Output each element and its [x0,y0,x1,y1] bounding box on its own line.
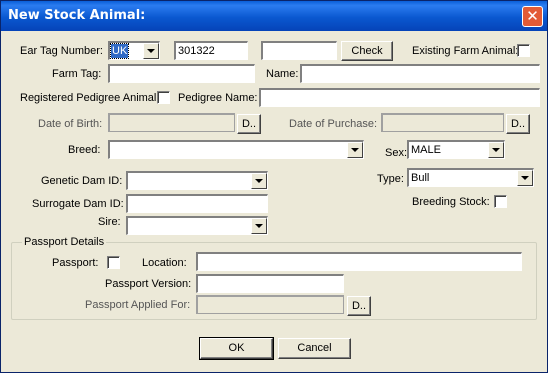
breeding-stock-checkbox[interactable] [494,195,507,208]
registered-pedigree-checkbox[interactable] [157,91,170,104]
passport-version-label: Passport Version: [105,278,192,290]
existing-farm-animal-checkbox[interactable] [517,44,530,57]
sex-dropdown[interactable] [488,142,504,158]
genetic-dam-label: Genetic Dam ID: [41,175,123,187]
ear-tag-country-select[interactable]: UK [108,41,160,60]
pedigree-name-input[interactable] [259,88,540,107]
passport-label: Passport: [52,257,99,269]
sire-label: Sire: [98,216,121,228]
new-stock-animal-dialog: New Stock Animal: ✕ Ear Tag Number: UK 3… [0,0,548,373]
date-of-purchase-input[interactable] [381,113,504,132]
passport-applied-label: Passport Applied For: [85,299,191,311]
location-label: Location: [142,257,187,269]
ear-tag-number-input[interactable]: 301322 [174,41,248,60]
breed-label: Breed: [68,144,101,156]
sex-select[interactable]: MALE [407,140,505,159]
date-of-birth-label: Date of Birth: [38,118,103,130]
chevron-down-icon [147,49,155,53]
passport-applied-picker-button[interactable]: D.. [347,296,371,316]
sex-label: Sex: [385,147,408,159]
chevron-down-icon [255,224,263,228]
location-input[interactable] [196,252,522,271]
sex-value: MALE [411,144,441,156]
date-of-birth-input[interactable] [108,113,235,132]
registered-pedigree-label: Registered Pedigree Animal: [20,92,160,104]
chevron-down-icon [492,148,500,152]
breed-dropdown[interactable] [347,142,363,158]
surrogate-dam-label: Surrogate Dam ID: [32,198,124,210]
sire-dropdown[interactable] [251,218,267,234]
type-dropdown[interactable] [517,170,533,186]
passport-checkbox[interactable] [107,256,120,269]
ear-tag-country-dropdown[interactable] [143,43,159,59]
genetic-dam-select[interactable] [126,171,268,190]
breed-select[interactable] [108,140,364,159]
type-select[interactable]: Bull [407,168,534,187]
date-of-birth-picker-button[interactable]: D.. [237,114,261,134]
sire-value [129,219,131,233]
date-of-purchase-picker-button[interactable]: D.. [506,114,530,134]
date-of-purchase-label: Date of Purchase: [289,118,378,130]
title-bar[interactable]: New Stock Animal: ✕ [1,1,547,31]
name-label: Name: [266,68,299,80]
window-title: New Stock Animal: [8,8,146,23]
farm-tag-label: Farm Tag: [52,68,102,80]
cancel-button[interactable]: Cancel [278,338,351,359]
ear-tag-label: Ear Tag Number: [20,45,103,57]
ok-button[interactable]: OK [199,337,274,360]
farm-tag-input[interactable] [108,64,255,83]
name-input[interactable] [300,64,540,83]
chevron-down-icon [351,148,359,152]
genetic-dam-dropdown[interactable] [251,173,267,189]
surrogate-dam-input[interactable] [126,194,268,213]
genetic-dam-value [129,174,131,188]
passport-version-input[interactable] [196,274,344,293]
close-button[interactable]: ✕ [522,6,543,27]
ear-tag-extra-input[interactable] [261,41,337,60]
ear-tag-country-value: UK [109,43,130,59]
passport-applied-input[interactable] [196,295,344,314]
check-button[interactable]: Check [341,41,393,61]
sire-select[interactable] [126,216,268,235]
breeding-stock-label: Breeding Stock: [412,196,490,208]
close-icon: ✕ [526,7,539,25]
passport-details-title: Passport Details [22,235,107,249]
breed-value [111,143,113,157]
chevron-down-icon [255,179,263,183]
type-value: Bull [411,172,430,184]
existing-farm-animal-label: Existing Farm Animal: [412,45,519,57]
pedigree-name-label: Pedigree Name: [178,92,258,104]
chevron-down-icon [521,176,529,180]
type-label: Type: [377,173,404,185]
